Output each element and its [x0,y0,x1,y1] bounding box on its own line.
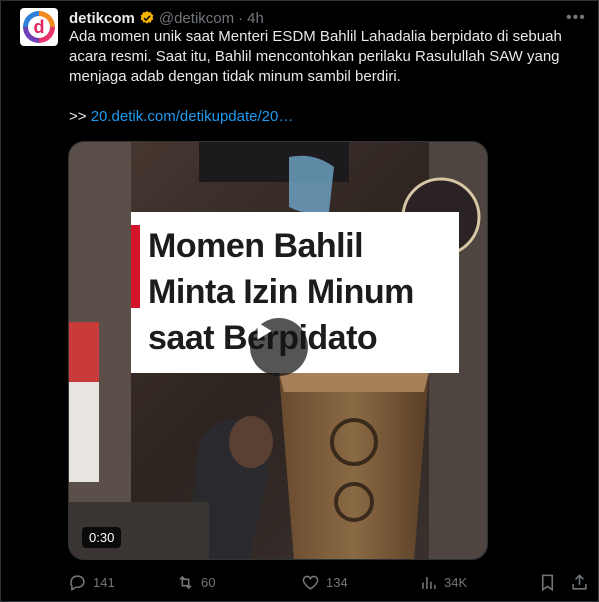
tweet-link[interactable]: 20.detik.com/detikupdate/20… [91,108,294,125]
video-duration: 0:30 [82,527,122,548]
views-button[interactable]: 34K [419,573,467,592]
like-button[interactable]: 134 [301,573,348,592]
bookmark-icon [541,574,554,592]
verified-badge-icon [140,11,154,24]
tweet-text: Ada momen unik saat Menteri ESDM Bahlil … [69,27,584,127]
repost-count: 60 [201,575,216,590]
overlay-red-bar [131,225,140,308]
avatar[interactable]: d [20,8,58,46]
detik-logo: d [23,11,55,43]
views-count: 34K [444,575,468,590]
link-prefix: >> [69,108,87,125]
like-icon [302,575,319,590]
link-line: >> 20.detik.com/detikupdate/20… [69,107,584,127]
bookmark-button[interactable] [538,573,557,592]
tweet-body: Ada momen unik saat Menteri ESDM Bahlil … [69,28,562,85]
share-icon [572,574,587,590]
overlay-line-1: Momen Bahlil [148,227,364,265]
tweet-card[interactable]: d detikcom @detikcom · 4h ••• Ada momen … [0,0,599,602]
repost-button[interactable]: 60 [176,573,215,592]
reply-button[interactable]: 141 [68,573,115,592]
separator-dot: · [238,9,244,27]
repost-icon [179,575,192,590]
action-bar: 141 60 134 34K [68,573,588,593]
play-button[interactable] [250,318,308,376]
author-name[interactable]: detikcom [69,10,135,27]
video-player[interactable]: Momen Bahlil Minta Izin Minum saat Berpi… [68,141,488,560]
author-handle[interactable]: @detikcom [159,10,234,27]
views-icon [422,576,436,589]
reply-count: 141 [93,575,115,590]
share-button[interactable] [570,573,589,592]
overlay-line-2: Minta Izin Minum [148,273,414,311]
more-icon[interactable]: ••• [566,9,586,27]
tweet-header: detikcom @detikcom · 4h [69,8,264,28]
reply-icon [70,575,85,592]
like-count: 134 [326,575,348,590]
timestamp[interactable]: 4h [247,10,264,27]
play-icon [257,322,272,340]
